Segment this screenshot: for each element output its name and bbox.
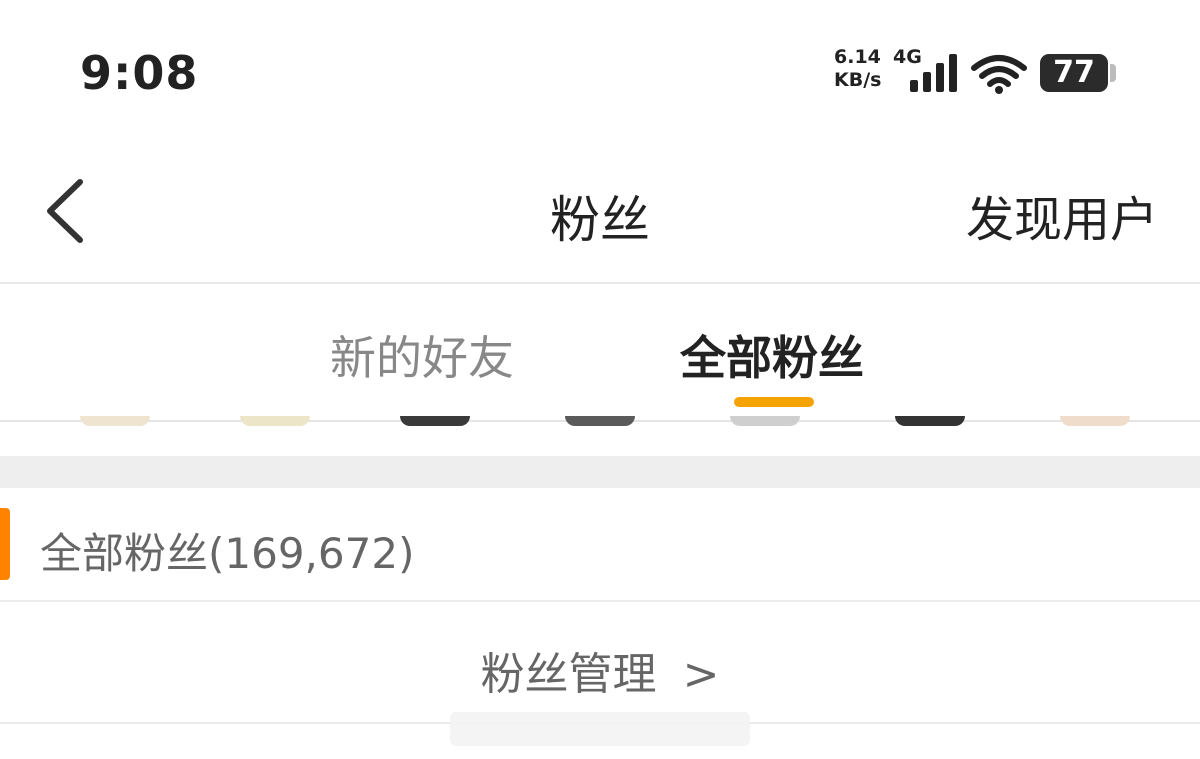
network-speed-value: 6.14 — [834, 46, 881, 68]
avatar[interactable] — [240, 416, 310, 426]
network-speed-unit: KB/s — [834, 69, 882, 91]
network-speed: 6.14 KB/s — [834, 46, 881, 92]
battery-level: 77 — [1053, 55, 1095, 90]
section-accent-bar — [0, 508, 10, 580]
nav-bar: 粉丝 发现用户 — [0, 140, 1200, 284]
tab-all-fans[interactable]: 全部粉丝 — [680, 322, 864, 388]
cellular-signal-icon — [910, 54, 957, 92]
discover-users-button[interactable]: 发现用户 — [966, 180, 1158, 250]
fan-management-row[interactable]: 粉丝管理 > — [0, 602, 1200, 724]
tab-bar: 新的好友 全部粉丝 — [0, 284, 1200, 422]
status-time: 9:08 — [80, 46, 199, 100]
battery-indicator: 77 — [1040, 54, 1118, 92]
wifi-icon — [971, 55, 1027, 94]
avatar[interactable] — [895, 416, 965, 426]
active-tab-indicator — [734, 397, 814, 407]
avatar[interactable] — [1060, 416, 1130, 426]
section-divider — [0, 456, 1200, 488]
tab-new-friends[interactable]: 新的好友 — [330, 322, 514, 388]
all-fans-header: 全部粉丝(169,672) — [0, 488, 1200, 602]
avatar[interactable] — [730, 416, 800, 426]
avatar[interactable] — [400, 416, 470, 426]
blurred-content — [450, 712, 750, 746]
fan-management-label[interactable]: 粉丝管理 — [481, 649, 657, 700]
chevron-right-icon: > — [682, 649, 720, 700]
status-bar: 9:08 6.14 KB/s 4G 77 — [0, 0, 1200, 140]
all-fans-count-label: 全部粉丝(169,672) — [40, 529, 415, 578]
avatar[interactable] — [565, 416, 635, 426]
avatar[interactable] — [80, 416, 150, 426]
